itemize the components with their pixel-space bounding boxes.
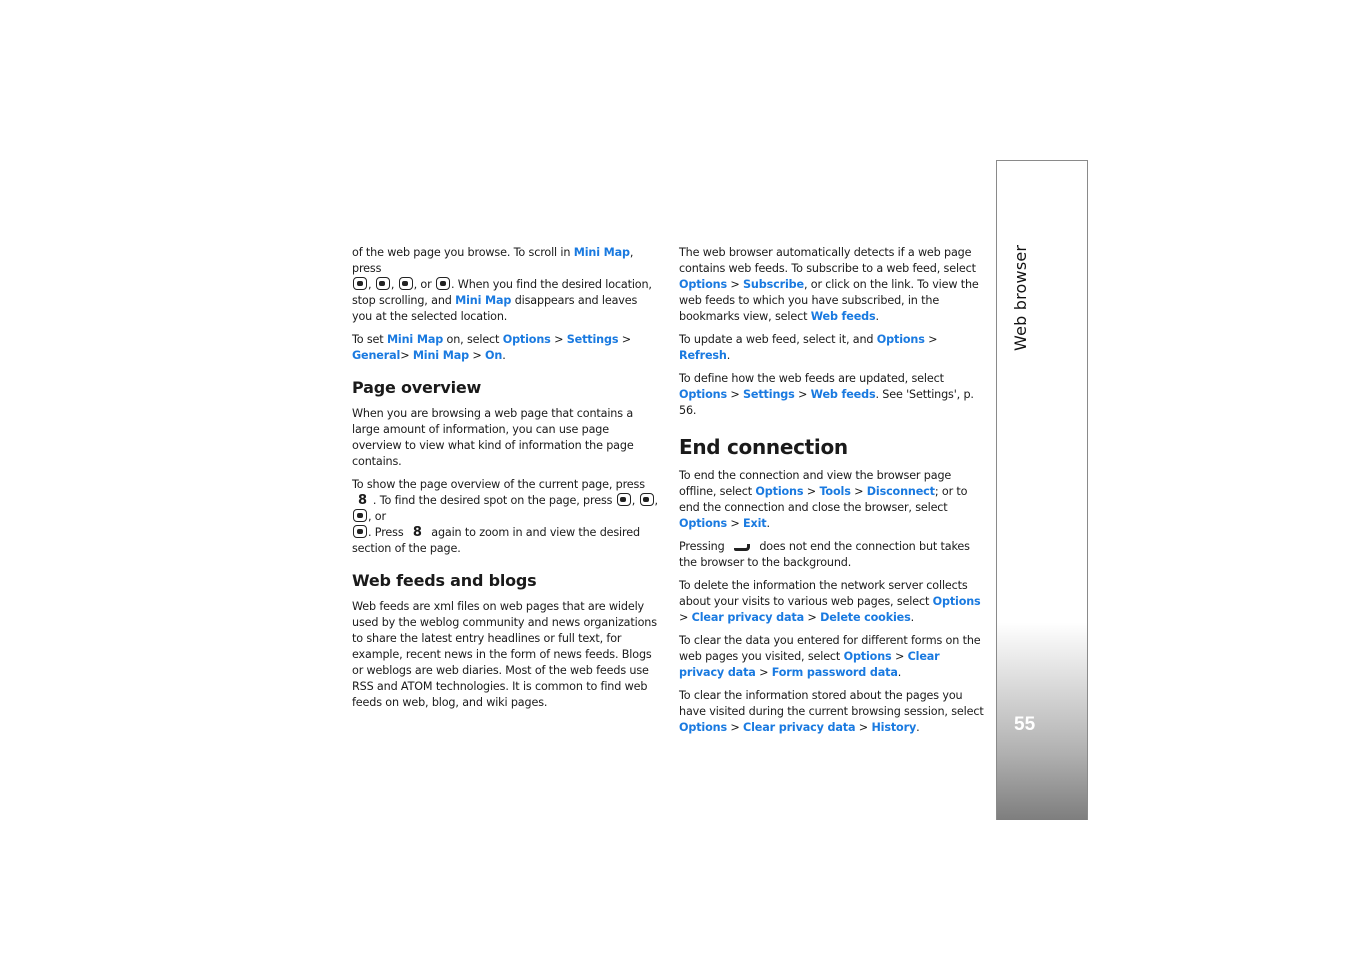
key-8-icon: 8 [412, 525, 422, 540]
mini-map-scroll-paragraph: of the web page you browse. To scroll in… [352, 246, 652, 323]
link-options[interactable]: Options [679, 517, 727, 530]
link-form-password-data[interactable]: Form password data [772, 666, 898, 679]
page-number: 55 [1014, 714, 1036, 735]
web-feeds-settings-paragraph: To define how the web feeds are updated,… [679, 372, 974, 417]
link-options[interactable]: Options [755, 485, 803, 498]
link-options[interactable]: Options [679, 721, 727, 734]
web-feeds-subscribe-paragraph: The web browser automatically detects if… [679, 246, 979, 323]
link-exit[interactable]: Exit [743, 517, 767, 530]
delete-cookies-paragraph: To delete the information the network se… [679, 579, 981, 624]
link-disconnect[interactable]: Disconnect [867, 485, 935, 498]
link-subscribe[interactable]: Subscribe [743, 278, 804, 291]
end-key-paragraph: Pressing does not end the connection but… [679, 540, 970, 569]
end-call-key-icon [733, 544, 750, 551]
form-password-paragraph: To clear the data you entered for differ… [679, 634, 981, 679]
link-clear-privacy-data[interactable]: Clear privacy data [692, 611, 805, 624]
page-overview-instructions: To show the page overview of the current… [352, 478, 658, 555]
link-web-feeds[interactable]: Web feeds [811, 388, 876, 401]
right-column: The web browser automatically detects if… [679, 245, 987, 743]
web-feeds-refresh-paragraph: To update a web feed, select it, and Opt… [679, 333, 938, 362]
link-options[interactable]: Options [679, 388, 727, 401]
scroll-left-key-icon [353, 509, 367, 522]
history-paragraph: To clear the information stored about th… [679, 689, 984, 734]
link-options[interactable]: Options [679, 278, 727, 291]
link-on[interactable]: On [485, 349, 502, 362]
link-refresh[interactable]: Refresh [679, 349, 727, 362]
end-connection-paragraph: To end the connection and view the brows… [679, 469, 968, 530]
heading-page-overview: Page overview [352, 378, 482, 397]
link-options[interactable]: Options [877, 333, 925, 346]
scroll-right-key-icon [375, 277, 390, 290]
heading-web-feeds-and-blogs: Web feeds and blogs [352, 571, 537, 590]
mini-map-settings-paragraph: To set Mini Map on, select Options > Set… [352, 333, 631, 362]
chapter-side-tab: Web browser 55 [996, 160, 1088, 820]
web-feeds-intro: Web feeds are xml files on web pages tha… [352, 600, 657, 709]
link-general[interactable]: General [352, 349, 400, 362]
link-history[interactable]: History [871, 721, 916, 734]
chapter-title: Web browser [1011, 244, 1030, 351]
link-mini-map[interactable]: Mini Map [387, 333, 443, 346]
link-options[interactable]: Options [503, 333, 551, 346]
link-tools[interactable]: Tools [819, 485, 850, 498]
link-delete-cookies[interactable]: Delete cookies [820, 611, 911, 624]
link-web-feeds[interactable]: Web feeds [811, 310, 876, 323]
scroll-right-key-icon [353, 525, 367, 538]
scroll-down-key-icon [436, 277, 450, 290]
link-settings[interactable]: Settings [567, 333, 619, 346]
page-overview-intro: When you are browsing a web page that co… [352, 407, 634, 468]
link-options[interactable]: Options [844, 650, 892, 663]
link-mini-map[interactable]: Mini Map [413, 349, 469, 362]
heading-end-connection: End connection [679, 435, 848, 459]
link-mini-map[interactable]: Mini Map [574, 246, 630, 259]
scroll-up-key-icon [616, 493, 631, 506]
scroll-up-key-icon [398, 277, 413, 290]
link-mini-map[interactable]: Mini Map [455, 294, 511, 307]
link-clear-privacy-data[interactable]: Clear privacy data [743, 721, 856, 734]
scroll-down-key-icon [639, 493, 654, 506]
link-settings[interactable]: Settings [743, 388, 795, 401]
scroll-left-key-icon [353, 277, 367, 290]
link-options[interactable]: Options [933, 595, 981, 608]
key-8-icon: 8 [358, 493, 367, 508]
left-column: of the web page you browse. To scroll in… [352, 245, 660, 718]
